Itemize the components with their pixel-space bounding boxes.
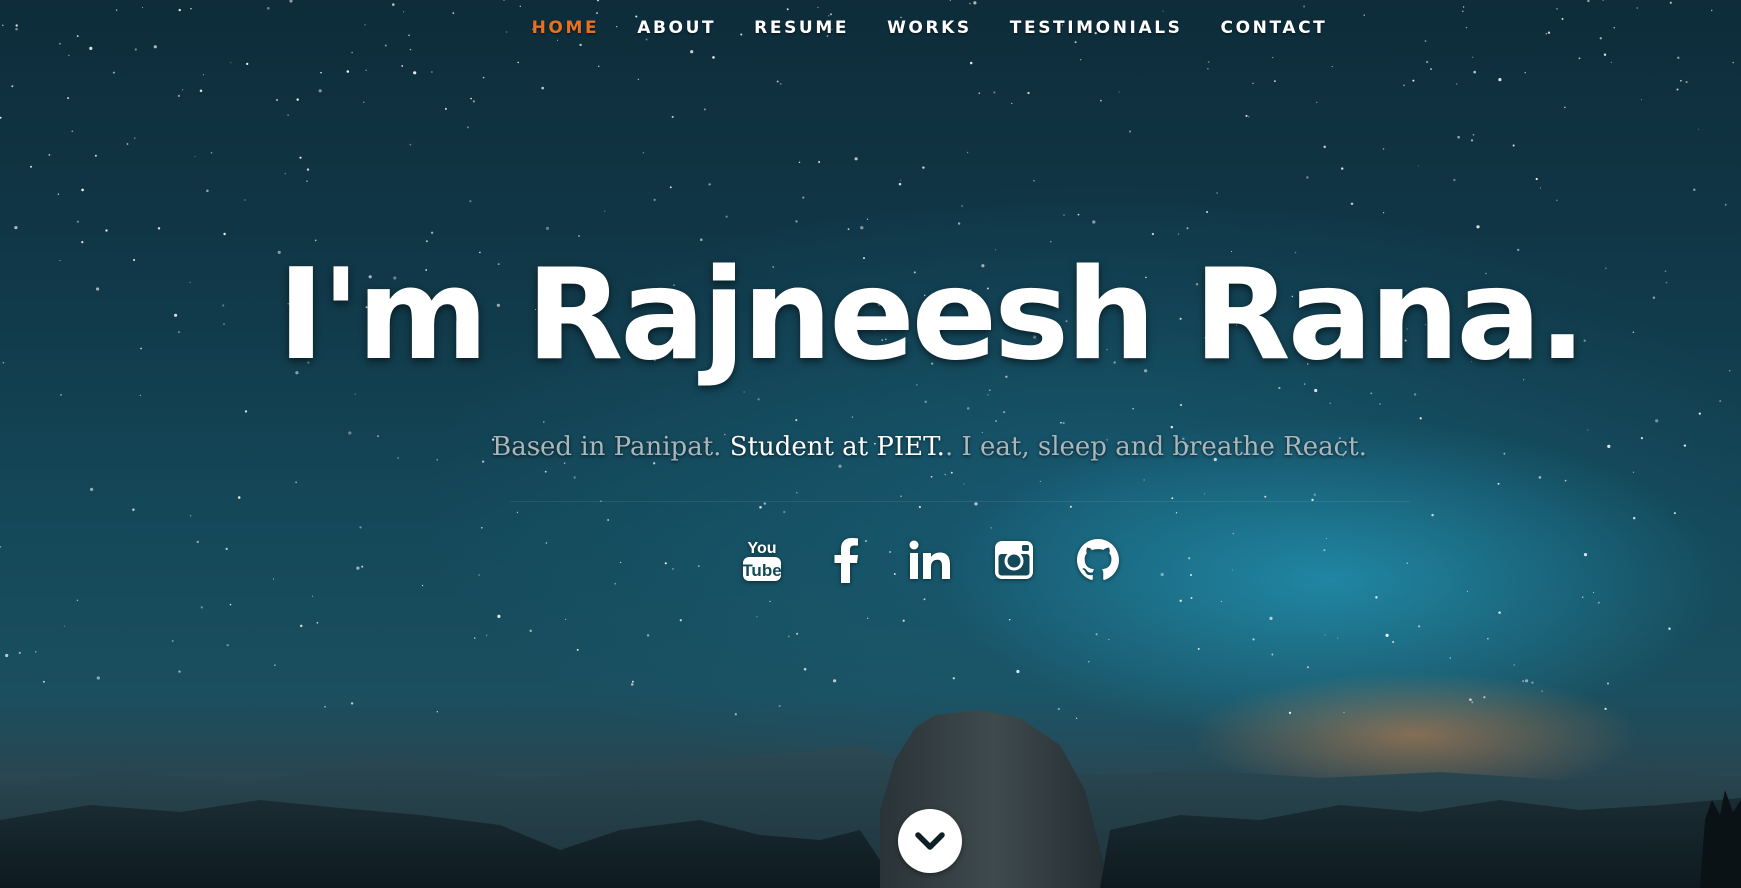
github-link[interactable] — [1075, 535, 1121, 585]
nav-resume[interactable]: RESUME — [754, 18, 849, 38]
linkedin-icon — [909, 540, 950, 579]
hero-headline: I'm Rajneesh Rana. — [277, 241, 1587, 388]
nav-testimonials[interactable]: TESTIMONIALS — [1010, 18, 1183, 38]
svg-text:You: You — [747, 540, 776, 557]
nav-contact[interactable]: CONTACT — [1221, 18, 1328, 38]
svg-text:Tube: Tube — [742, 561, 781, 580]
facebook-icon — [834, 538, 858, 583]
hero-tagline: Based in Panipat. Student at PIET.. I ea… — [0, 427, 1741, 467]
facebook-link[interactable] — [823, 535, 869, 585]
youtube-icon: You Tube — [742, 540, 781, 581]
chevron-down-icon — [915, 832, 945, 850]
social-links: You Tube — [0, 535, 1741, 585]
tagline-location: Based in Panipat. — [492, 432, 730, 462]
linkedin-link[interactable] — [907, 535, 953, 585]
github-icon — [1076, 539, 1119, 580]
youtube-link[interactable]: You Tube — [739, 535, 785, 585]
tagline-rest: . I eat, sleep and breathe React. — [944, 432, 1367, 462]
nav-works[interactable]: WORKS — [887, 18, 972, 38]
hero-banner: HOME ABOUT RESUME WORKS TESTIMONIALS CON… — [0, 0, 1741, 888]
instagram-link[interactable] — [991, 535, 1037, 585]
instagram-icon — [994, 541, 1033, 579]
tagline-highlight: Student at PIET. — [729, 432, 945, 462]
divider — [510, 501, 1410, 502]
nav-home[interactable]: HOME — [532, 18, 600, 38]
nav-about[interactable]: ABOUT — [637, 18, 716, 38]
main-nav: HOME ABOUT RESUME WORKS TESTIMONIALS CON… — [0, 0, 1741, 56]
scroll-down-button[interactable] — [898, 809, 962, 873]
